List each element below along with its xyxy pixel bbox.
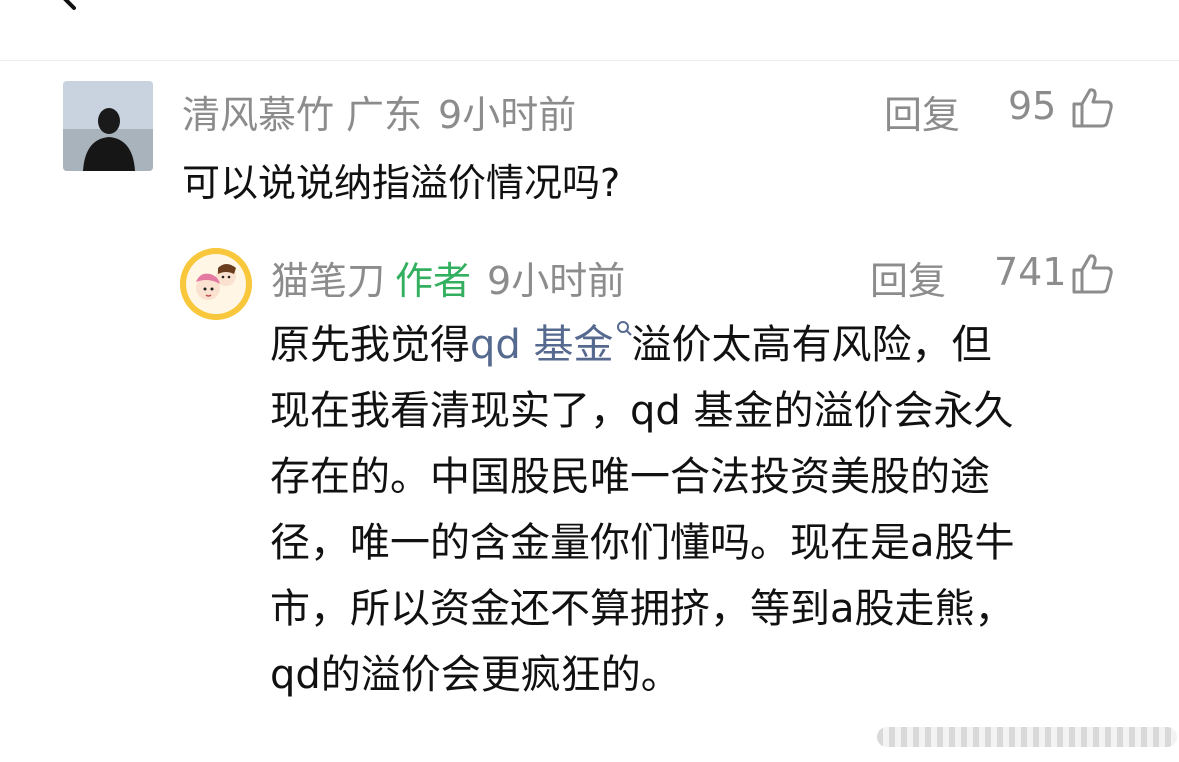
comment-meta: 清风慕竹 广东 9小时前 [182,84,576,139]
reply-text-prefix: 原先我觉得 [270,322,470,368]
thumbs-up-icon[interactable] [1070,252,1114,296]
reply-text-line: 存在的。中国股民唯一合法投资美股的途 [270,454,990,500]
reply-text-line: qd的溢价会更疯狂的。 [270,652,681,698]
comment-avatar[interactable] [63,81,153,171]
horizontal-scrollbar[interactable] [877,727,1177,747]
reply-text-line1-suffix: 溢价太高有风险，但 [631,322,992,368]
author-badge: 作者 [395,259,472,303]
reply-text-line: 现在我看清现实了，qd 基金的溢价会永久 [270,388,1014,434]
search-icon[interactable] [616,320,632,340]
comment-time: 9小时前 [438,93,577,137]
comment-text: 可以说说纳指溢价情况吗? [182,161,621,205]
reply-time: 9小时前 [487,259,626,303]
comment-reply-button[interactable]: 回复 [884,84,960,139]
reply-meta: 猫笔刀 作者 9小时前 [271,250,625,305]
comment-thread-page: 清风慕竹 广东 9小时前 回复 95 可以说说纳指溢价情况吗? 猫笔刀 作者 9小时前 … [0,0,1179,762]
back-chevron-icon[interactable] [48,0,88,20]
reply-like-count: 741 [994,250,1067,294]
comment-author-name[interactable]: 清风慕竹 [182,93,334,137]
reply-reply-button[interactable]: 回复 [870,250,946,305]
reply-text-line: 径，唯一的含金量你们懂吗。现在是a股牛 [270,520,1015,566]
top-bar [0,0,1179,61]
fund-search-link[interactable]: qd 基金 [470,322,614,368]
reply-avatar[interactable] [180,248,252,320]
reply-text: 原先我觉得qd 基金 溢价太高有风险，但 现在我看清现实了，qd 基金的溢价会永久… [270,312,1130,708]
comment-like-count: 95 [1008,84,1057,128]
reply-text-line: 原先我觉得qd 基金 溢价太高有风险，但 [270,312,1130,378]
reply-text-line: 市，所以资金还不算拥挤，等到a股走熊， [270,586,1015,632]
thumbs-up-icon[interactable] [1070,86,1114,130]
comment-location: 广东 [346,93,423,137]
reply-author-name[interactable]: 猫笔刀 [271,259,385,303]
